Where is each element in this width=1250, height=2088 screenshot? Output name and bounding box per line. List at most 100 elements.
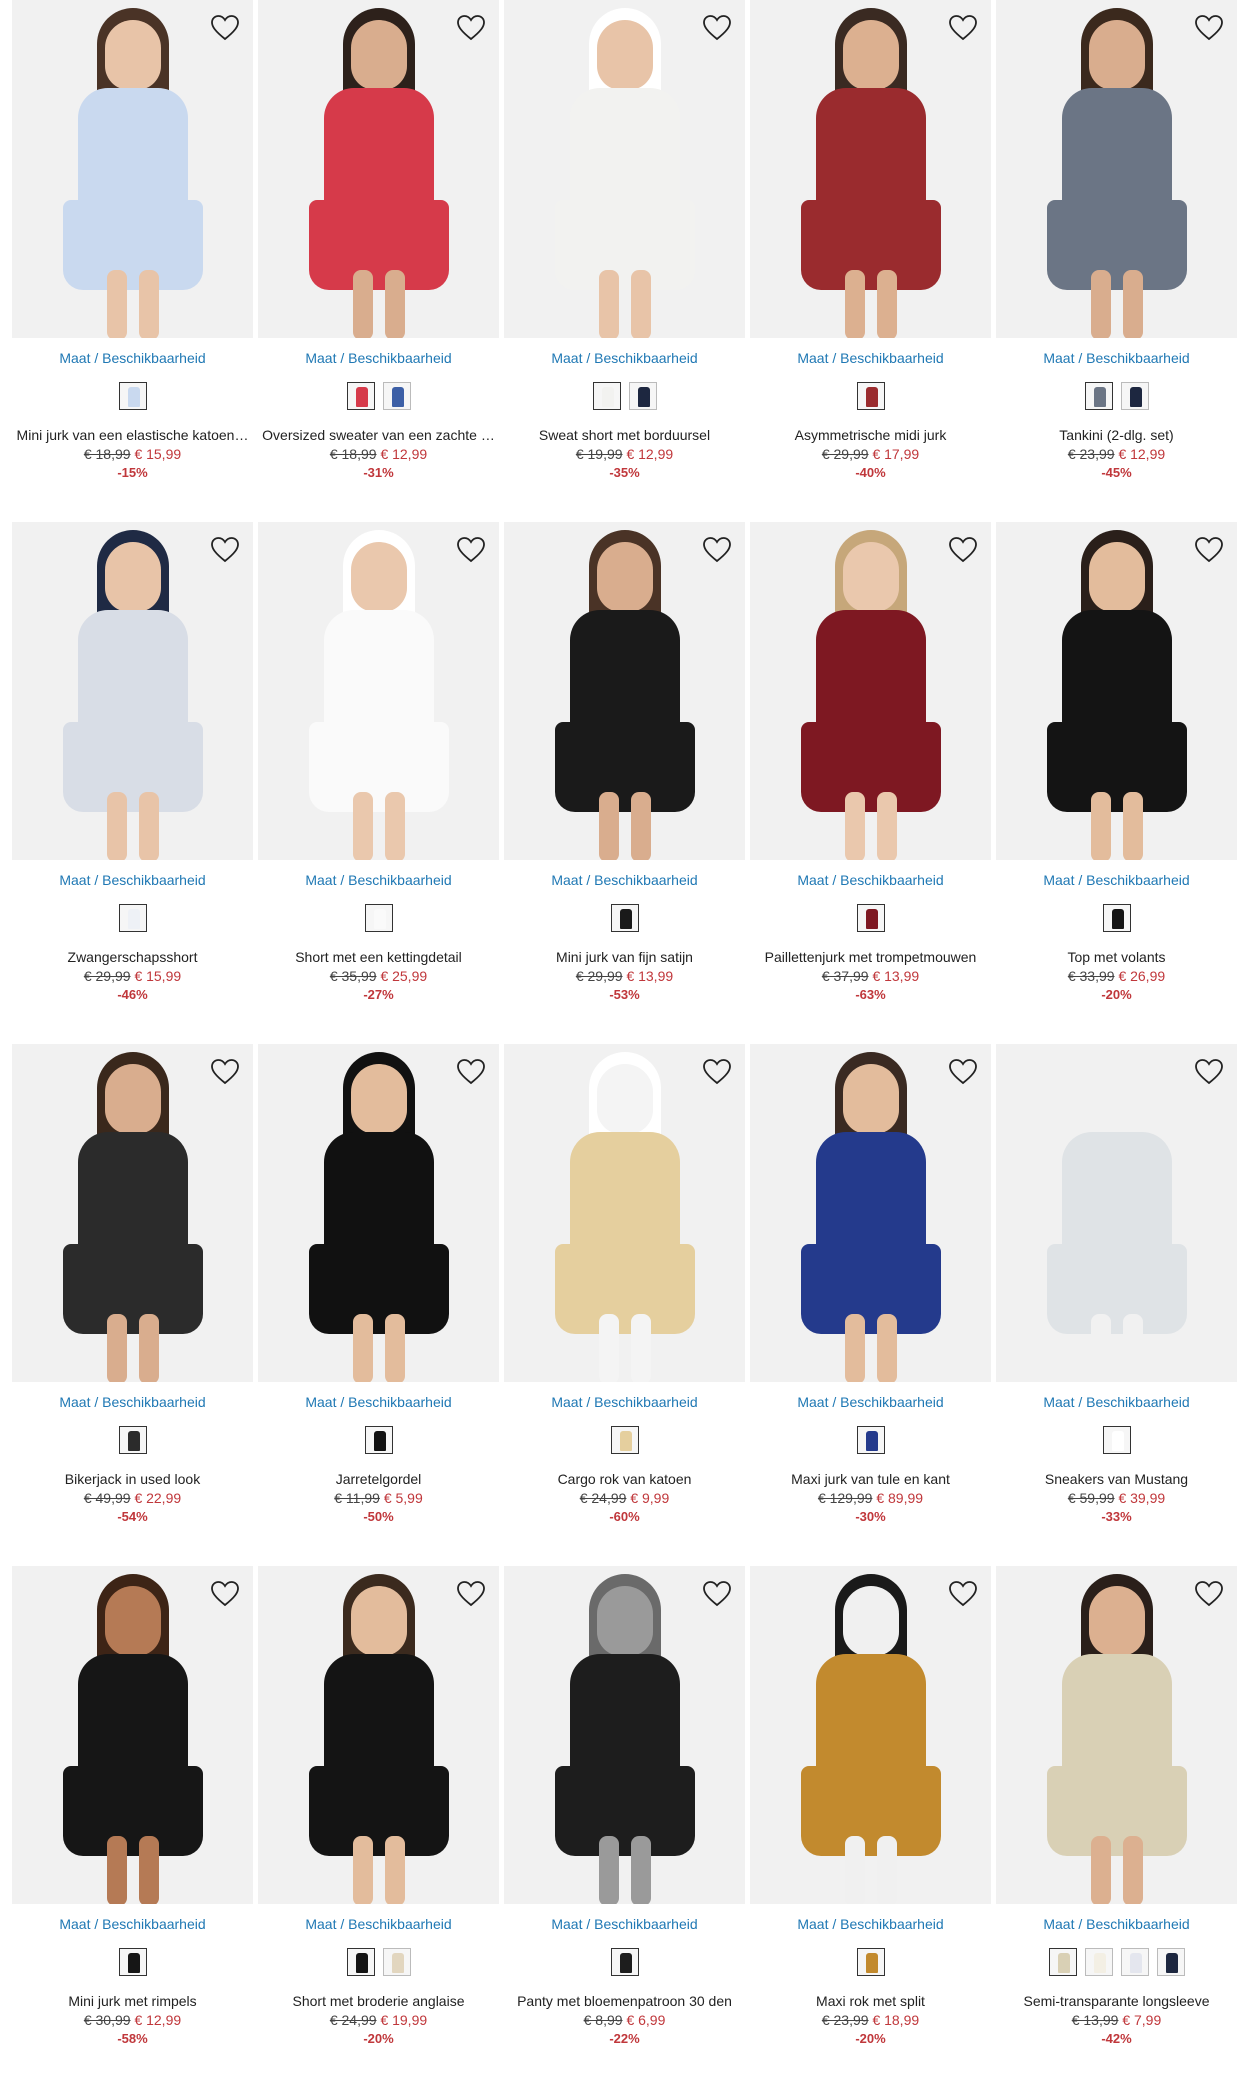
wishlist-heart-icon[interactable] (209, 1056, 241, 1088)
product-name[interactable]: Zwangerschapsshort (12, 949, 253, 965)
color-swatch[interactable] (856, 904, 885, 932)
product-name[interactable]: Paillettenjurk met trompetmouwen (750, 949, 991, 965)
product-image[interactable] (996, 0, 1237, 338)
product-card[interactable]: Maat / Beschikbaarheid Maxi jurk van tul… (750, 1044, 991, 1566)
product-image[interactable] (504, 1566, 745, 1904)
product-image[interactable] (12, 1566, 253, 1904)
wishlist-heart-icon[interactable] (701, 12, 733, 44)
color-swatch[interactable] (382, 382, 411, 410)
product-card[interactable]: Maat / Beschikbaarheid Mini jurk van fij… (504, 522, 745, 1044)
product-image[interactable] (258, 522, 499, 860)
product-name[interactable]: Panty met bloemenpatroon 30 den (504, 1993, 745, 2009)
color-swatch[interactable] (1048, 1948, 1077, 1976)
wishlist-heart-icon[interactable] (1193, 1056, 1225, 1088)
size-availability-link[interactable]: Maat / Beschikbaarheid (750, 350, 991, 366)
product-card[interactable]: Maat / Beschikbaarheid Tankini (2-dlg. s… (996, 0, 1237, 522)
product-name[interactable]: Short met broderie anglaise (258, 1993, 499, 2009)
color-swatch[interactable] (1120, 382, 1149, 410)
product-image[interactable] (258, 1044, 499, 1382)
product-card[interactable]: Maat / Beschikbaarheid Short met broderi… (258, 1566, 499, 2088)
color-swatch[interactable] (1102, 1426, 1131, 1454)
wishlist-heart-icon[interactable] (209, 1578, 241, 1610)
product-card[interactable]: Maat / Beschikbaarheid Short met een ket… (258, 522, 499, 1044)
color-swatch[interactable] (1120, 1948, 1149, 1976)
wishlist-heart-icon[interactable] (1193, 534, 1225, 566)
product-card[interactable]: Maat / Beschikbaarheid Mini jurk van een… (12, 0, 253, 522)
size-availability-link[interactable]: Maat / Beschikbaarheid (996, 1394, 1237, 1410)
product-image[interactable] (750, 1044, 991, 1382)
size-availability-link[interactable]: Maat / Beschikbaarheid (504, 350, 745, 366)
product-image[interactable] (750, 0, 991, 338)
size-availability-link[interactable]: Maat / Beschikbaarheid (750, 1916, 991, 1932)
product-image[interactable] (12, 0, 253, 338)
color-swatch[interactable] (118, 904, 147, 932)
size-availability-link[interactable]: Maat / Beschikbaarheid (258, 1394, 499, 1410)
product-image[interactable] (996, 1044, 1237, 1382)
product-card[interactable]: Maat / Beschikbaarheid Sweat short met b… (504, 0, 745, 522)
product-image[interactable] (750, 522, 991, 860)
color-swatch[interactable] (382, 1948, 411, 1976)
product-card[interactable]: Maat / Beschikbaarheid Jarretelgordel € … (258, 1044, 499, 1566)
color-swatch[interactable] (610, 1426, 639, 1454)
product-name[interactable]: Jarretelgordel (258, 1471, 499, 1487)
product-card[interactable]: Maat / Beschikbaarheid Semi-transparante… (996, 1566, 1237, 2088)
product-image[interactable] (504, 0, 745, 338)
size-availability-link[interactable]: Maat / Beschikbaarheid (996, 350, 1237, 366)
size-availability-link[interactable]: Maat / Beschikbaarheid (504, 872, 745, 888)
color-swatch[interactable] (1084, 1948, 1113, 1976)
wishlist-heart-icon[interactable] (209, 534, 241, 566)
wishlist-heart-icon[interactable] (947, 534, 979, 566)
wishlist-heart-icon[interactable] (701, 1578, 733, 1610)
wishlist-heart-icon[interactable] (455, 1056, 487, 1088)
product-image[interactable] (996, 522, 1237, 860)
product-name[interactable]: Cargo rok van katoen (504, 1471, 745, 1487)
color-swatch[interactable] (346, 1948, 375, 1976)
product-name[interactable]: Maxi rok met split (750, 1993, 991, 2009)
color-swatch[interactable] (1102, 904, 1131, 932)
size-availability-link[interactable]: Maat / Beschikbaarheid (996, 872, 1237, 888)
product-name[interactable]: Asymmetrische midi jurk (750, 427, 991, 443)
size-availability-link[interactable]: Maat / Beschikbaarheid (504, 1916, 745, 1932)
size-availability-link[interactable]: Maat / Beschikbaarheid (750, 872, 991, 888)
product-card[interactable]: Maat / Beschikbaarheid Top met volants €… (996, 522, 1237, 1044)
product-card[interactable]: Maat / Beschikbaarheid Bikerjack in used… (12, 1044, 253, 1566)
wishlist-heart-icon[interactable] (455, 1578, 487, 1610)
color-swatch[interactable] (856, 1426, 885, 1454)
product-name[interactable]: Top met volants (996, 949, 1237, 965)
product-name[interactable]: Tankini (2-dlg. set) (996, 427, 1237, 443)
product-card[interactable]: Maat / Beschikbaarheid Mini jurk met rim… (12, 1566, 253, 2088)
color-swatch[interactable] (118, 382, 147, 410)
color-swatch[interactable] (364, 1426, 393, 1454)
product-image[interactable] (258, 0, 499, 338)
size-availability-link[interactable]: Maat / Beschikbaarheid (12, 1916, 253, 1932)
size-availability-link[interactable]: Maat / Beschikbaarheid (258, 872, 499, 888)
product-image[interactable] (504, 1044, 745, 1382)
color-swatch[interactable] (118, 1426, 147, 1454)
wishlist-heart-icon[interactable] (947, 1056, 979, 1088)
product-image[interactable] (996, 1566, 1237, 1904)
color-swatch[interactable] (1084, 382, 1113, 410)
wishlist-heart-icon[interactable] (455, 12, 487, 44)
product-name[interactable]: Semi-transparante longsleeve (996, 1993, 1237, 2009)
product-name[interactable]: Oversized sweater van een zachte … (258, 427, 499, 443)
product-image[interactable] (750, 1566, 991, 1904)
size-availability-link[interactable]: Maat / Beschikbaarheid (12, 1394, 253, 1410)
product-image[interactable] (258, 1566, 499, 1904)
product-name[interactable]: Mini jurk van een elastische katoen… (12, 427, 253, 443)
product-image[interactable] (12, 522, 253, 860)
product-card[interactable]: Maat / Beschikbaarheid Panty met bloemen… (504, 1566, 745, 2088)
product-card[interactable]: Maat / Beschikbaarheid Cargo rok van kat… (504, 1044, 745, 1566)
color-swatch[interactable] (610, 904, 639, 932)
size-availability-link[interactable]: Maat / Beschikbaarheid (750, 1394, 991, 1410)
wishlist-heart-icon[interactable] (947, 12, 979, 44)
color-swatch[interactable] (856, 1948, 885, 1976)
product-name[interactable]: Bikerjack in used look (12, 1471, 253, 1487)
color-swatch[interactable] (592, 382, 621, 410)
product-image[interactable] (12, 1044, 253, 1382)
product-card[interactable]: Maat / Beschikbaarheid Oversized sweater… (258, 0, 499, 522)
color-swatch[interactable] (610, 1948, 639, 1976)
product-name[interactable]: Sneakers van Mustang (996, 1471, 1237, 1487)
wishlist-heart-icon[interactable] (701, 534, 733, 566)
color-swatch[interactable] (118, 1948, 147, 1976)
product-card[interactable]: Maat / Beschikbaarheid Zwangerschapsshor… (12, 522, 253, 1044)
